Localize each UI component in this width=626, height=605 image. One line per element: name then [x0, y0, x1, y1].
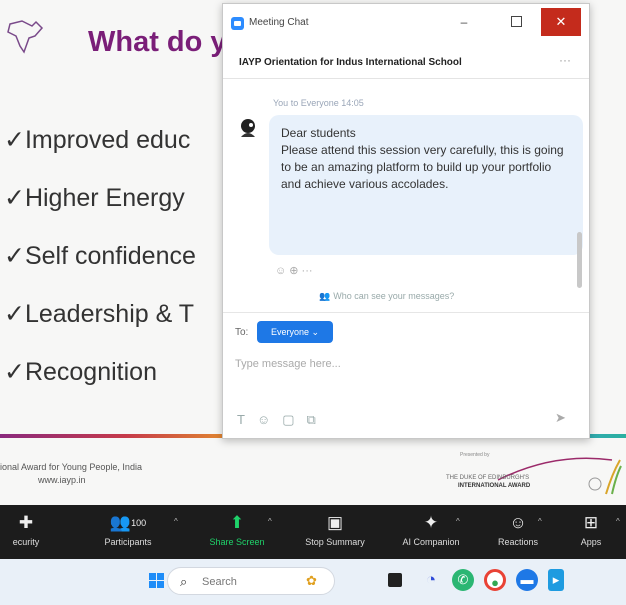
search-placeholder: Search [202, 576, 237, 588]
more-options-button[interactable]: ··· [559, 53, 571, 67]
security-button[interactable]: ✚ ecurity [0, 511, 52, 549]
participants-label: Participants [104, 537, 152, 547]
window-title: Meeting Chat [249, 17, 309, 28]
share-screen-label: Share Screen [209, 537, 265, 547]
participants-caret[interactable]: ^ [174, 517, 178, 526]
participants-glyph: 👥 [109, 513, 132, 532]
chrome-icon[interactable]: ● [484, 569, 506, 591]
recipient-label: To: [235, 327, 249, 338]
bullet-item: ✓Recognition [4, 358, 157, 386]
zoom-app-icon [231, 17, 244, 30]
windows-start-icon[interactable] [149, 573, 165, 589]
privacy-text: Who can see your messages? [333, 291, 455, 301]
divider [223, 312, 589, 313]
chat-header: IAYP Orientation for Indus International… [223, 48, 589, 79]
message-meta: You to Everyone 14:05 [273, 98, 364, 108]
footer-website: www.iayp.in [38, 475, 86, 485]
maximize-button[interactable] [493, 8, 539, 36]
send-button[interactable]: ➤ [555, 410, 566, 426]
participants-icon: 👥100 [82, 511, 174, 535]
reaction-icon: ☺ [509, 513, 527, 532]
people-icon: 👥 [319, 291, 331, 301]
reactions-label: Reactions [497, 537, 539, 547]
recipient-dropdown[interactable]: Everyone ⌄ [257, 321, 333, 343]
message-actions[interactable]: ☺ ⊕ ··· [275, 264, 313, 277]
title-bar[interactable]: Meeting Chat – ✕ [223, 4, 589, 40]
ai-companion-button[interactable]: ✦ AI Companion [384, 511, 478, 549]
meeting-name: IAYP Orientation for Indus International… [239, 57, 462, 68]
composer-toolbar: T ☺ ▢ ⧉ [237, 412, 328, 428]
apps-label: Apps [580, 537, 602, 547]
maximize-icon [510, 16, 522, 28]
app-icon[interactable]: ▸ [548, 569, 564, 591]
logo-caption: Presented by [460, 452, 490, 458]
search-icon: ⌕ [180, 574, 188, 589]
taskbar-search[interactable]: ⌕ Search ✿ [167, 567, 335, 595]
search-highlight-icon: ✿ [306, 573, 317, 588]
meeting-chat-window[interactable]: Meeting Chat – ✕ IAYP Orientation for In… [222, 3, 590, 439]
message-input[interactable] [235, 354, 575, 374]
reactions-button[interactable]: ☺ Reactions [480, 511, 556, 549]
ai-companion-label: AI Companion [402, 537, 460, 547]
sparkle-icon: ✦ [423, 513, 439, 532]
india-map-logo [7, 20, 44, 54]
whatsapp-icon[interactable]: ✆ [452, 569, 474, 591]
share-caret[interactable]: ^ [268, 517, 272, 526]
apps-button[interactable]: ⊞ Apps [566, 511, 616, 549]
format-icon[interactable]: T [237, 412, 245, 427]
close-button[interactable]: ✕ [541, 8, 581, 36]
bullet-item: ✓Improved educ [4, 126, 191, 154]
screenshot-icon[interactable]: ⧉ [307, 412, 316, 427]
participants-button[interactable]: 👥100 Participants [82, 511, 174, 549]
participant-count: 100 [131, 518, 147, 528]
message-text: Dear students Please attend this session… [281, 126, 564, 191]
security-label: ecurity [12, 537, 40, 547]
file-explorer-icon[interactable] [388, 573, 402, 587]
slide-title: What do y [88, 26, 227, 58]
file-icon[interactable]: ▢ [282, 412, 294, 427]
windows-taskbar: ⌕ Search ✿ ◔ ✆ ● ▬ ▸ [0, 559, 626, 605]
footer-award-name: ional Award for Young People, India [0, 462, 142, 472]
stop-summary-label: Stop Summary [305, 537, 365, 547]
emoji-icon[interactable]: ☺ [257, 412, 270, 427]
footer-left: ional Award for Young People, India www.… [0, 461, 142, 487]
minimize-button[interactable]: – [441, 8, 487, 36]
bullet-item: ✓Leadership & T [4, 300, 195, 328]
share-screen-icon: ⬆ [229, 513, 245, 532]
bullet-item: ✓Self confidence [4, 242, 196, 270]
meeting-toolbar: ✚ ecurity 👥100 Participants ^ ⬆ Share Sc… [0, 505, 626, 559]
bullet-list: ✓Improved educ ✓Higher Energy ✓Self conf… [4, 120, 196, 410]
message-bubble: Dear students Please attend this session… [269, 115, 583, 255]
bullet-item: ✓Higher Energy [4, 184, 185, 212]
scrollbar-thumb[interactable] [577, 232, 582, 288]
share-screen-button[interactable]: ⬆ Share Screen [196, 511, 278, 549]
zoom-icon[interactable]: ▬ [516, 569, 538, 591]
shield-icon: ✚ [18, 513, 34, 532]
summary-icon: ▣ [326, 513, 344, 532]
chat-app-icon[interactable]: ◔ [420, 569, 442, 591]
privacy-note[interactable]: 👥 Who can see your messages? [319, 291, 454, 302]
avatar [241, 119, 255, 137]
ai-caret[interactable]: ^ [456, 517, 460, 526]
stop-summary-button[interactable]: ▣ Stop Summary [288, 511, 382, 549]
apps-icon: ⊞ [583, 513, 599, 532]
reactions-caret[interactable]: ^ [538, 517, 542, 526]
logo-line1: THE DUKE OF EDINBURGH'S [446, 475, 530, 481]
logo-line2: INTERNATIONAL AWARD [458, 483, 531, 489]
apps-caret[interactable]: ^ [616, 517, 620, 526]
duke-of-edinburgh-logo: Presented by THE DUKE OF EDINBURGH'S INT… [446, 452, 622, 500]
